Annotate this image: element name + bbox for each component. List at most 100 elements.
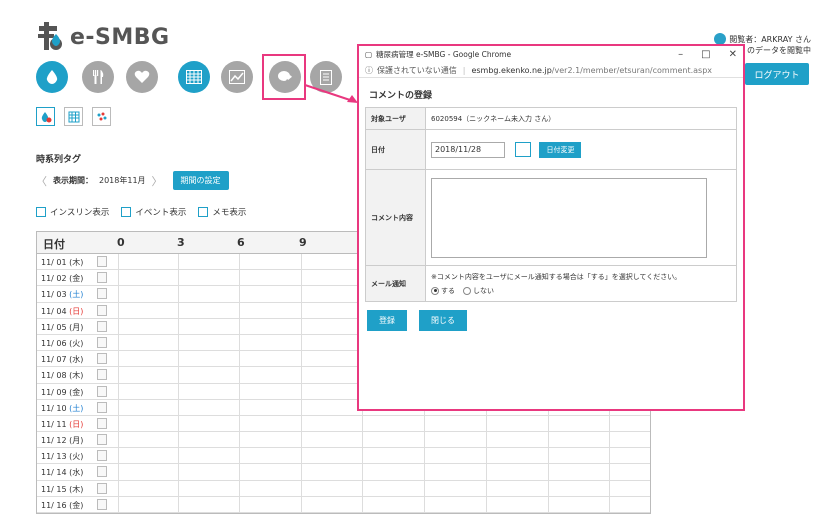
row-weekday: (水) bbox=[69, 468, 84, 478]
memo-icon[interactable] bbox=[97, 272, 107, 284]
date-change-button[interactable]: 日付変更 bbox=[539, 141, 582, 158]
graph-nav-button[interactable] bbox=[221, 61, 253, 93]
memo-toggle[interactable]: メモ表示 bbox=[198, 206, 246, 218]
info-icon[interactable]: ⓘ bbox=[365, 65, 373, 76]
event-toggle[interactable]: イベント表示 bbox=[121, 206, 186, 218]
date-input[interactable]: 2018/11/28 bbox=[431, 141, 505, 158]
row-date: 11/ 13 (火) bbox=[41, 451, 83, 462]
mail-no-radio[interactable] bbox=[463, 286, 471, 295]
minimize-icon[interactable]: – bbox=[678, 49, 683, 60]
user-label: 対象ユーザ bbox=[365, 107, 426, 130]
memo-icon[interactable] bbox=[97, 320, 107, 332]
comment-label: コメント内容 bbox=[365, 169, 426, 266]
glucose-tab[interactable] bbox=[36, 107, 55, 126]
mail-note: ※コメント内容をユーザにメール通知する場合は「する」を選択してください。 bbox=[431, 272, 682, 281]
memo-icon[interactable] bbox=[97, 256, 107, 267]
memo-icon[interactable] bbox=[97, 369, 107, 381]
row-weekday: (土) bbox=[69, 403, 84, 413]
row-date-text: 11/ 13 bbox=[41, 452, 70, 462]
row-weekday: (金) bbox=[69, 387, 84, 397]
memo-icon[interactable] bbox=[97, 385, 107, 397]
memo-icon[interactable] bbox=[97, 353, 107, 365]
row-date-text: 11/ 07 bbox=[41, 355, 70, 365]
row-date: 11/ 10 (土) bbox=[41, 403, 83, 414]
table-view-nav-button[interactable] bbox=[178, 61, 210, 93]
chart-icon bbox=[229, 70, 245, 84]
period-settings-button[interactable]: 期間の設定 bbox=[172, 171, 229, 190]
mail-yes-radio[interactable] bbox=[431, 286, 439, 295]
memo-icon[interactable] bbox=[97, 466, 107, 478]
viewer-text: 閲覧者：ARKRAY さん bbox=[729, 34, 811, 44]
row-weekday: (火) bbox=[69, 338, 84, 348]
row-weekday: (木) bbox=[69, 371, 84, 381]
mail-yes-label: する bbox=[441, 286, 455, 295]
vitals-nav-button[interactable] bbox=[126, 61, 158, 93]
calendar-icon[interactable] bbox=[515, 142, 532, 157]
row-date: 11/ 11 (日) bbox=[41, 419, 83, 430]
memo-icon[interactable] bbox=[97, 434, 107, 446]
row-date: 11/ 07 (水) bbox=[41, 354, 83, 365]
period-value: 2018年11月 bbox=[99, 176, 146, 185]
row-date: 11/ 14 (水) bbox=[41, 467, 83, 478]
row-date: 11/ 03 (土) bbox=[41, 289, 83, 300]
popup-body: コメントの登録 対象ユーザ 6020594（ニックネーム未入力 さん） 日付 2… bbox=[359, 78, 743, 337]
row-weekday: (水) bbox=[69, 355, 84, 365]
memo-checkbox[interactable] bbox=[198, 207, 209, 217]
section-title: 時系列タグ bbox=[36, 155, 82, 165]
row-date: 11/ 02 (金) bbox=[41, 273, 83, 284]
scatter-tab[interactable] bbox=[92, 107, 111, 126]
memo-icon[interactable] bbox=[97, 498, 107, 510]
table-row: 11/ 15 (木) bbox=[37, 481, 650, 497]
memo-icon[interactable] bbox=[97, 450, 107, 462]
meal-nav-button[interactable] bbox=[82, 61, 114, 93]
row-date-text: 11/ 01 bbox=[41, 258, 70, 267]
user-value: 6020594（ニックネーム未入力 さん） bbox=[425, 107, 737, 130]
next-period-icon[interactable]: 〉 bbox=[152, 173, 163, 189]
address-bar[interactable]: ⓘ 保護されていない通信 | esmbg.ekenko.ne.jp /ver2.… bbox=[359, 63, 743, 78]
row-date-text: 11/ 09 bbox=[41, 387, 70, 397]
date-column-header: 日付 bbox=[43, 238, 65, 251]
memo-icon[interactable] bbox=[97, 401, 107, 413]
insulin-checkbox[interactable] bbox=[36, 207, 46, 217]
popup-title: 糖尿病管理 e-SMBG - Google Chrome bbox=[376, 50, 512, 59]
scatter-tab-icon bbox=[97, 112, 106, 120]
logout-button[interactable]: ログアウト bbox=[745, 63, 809, 85]
event-checkbox[interactable] bbox=[121, 207, 132, 217]
mail-label: メール通知 bbox=[365, 265, 426, 302]
row-date-text: 11/ 05 bbox=[41, 322, 70, 332]
maximize-icon[interactable]: □ bbox=[701, 49, 710, 60]
url-host: esmbg.ekenko.ne.jp bbox=[471, 65, 552, 75]
memo-icon[interactable] bbox=[97, 336, 107, 348]
mail-no-option[interactable]: しない bbox=[463, 286, 494, 296]
memo-icon[interactable] bbox=[97, 417, 107, 429]
row-date: 11/ 09 (金) bbox=[41, 387, 83, 398]
close-button[interactable]: 閉じる bbox=[419, 310, 467, 331]
memo-icon[interactable] bbox=[97, 288, 107, 300]
popup-titlebar: ▢ 糖尿病管理 e-SMBG - Google Chrome – □ ✕ bbox=[359, 46, 743, 63]
register-button[interactable]: 登録 bbox=[367, 310, 407, 331]
meal-icon bbox=[93, 70, 104, 84]
drop-icon bbox=[46, 70, 58, 84]
prev-period-icon[interactable]: 〈 bbox=[36, 173, 47, 189]
window-controls: – □ ✕ bbox=[678, 49, 737, 60]
comment-textarea[interactable] bbox=[431, 177, 707, 258]
logo-mark-icon bbox=[36, 22, 66, 52]
logo-text: e-SMBG bbox=[70, 24, 170, 50]
memo-icon[interactable] bbox=[97, 304, 107, 316]
memo-icon[interactable] bbox=[97, 482, 107, 494]
table-tab[interactable] bbox=[64, 107, 83, 126]
insulin-label: インスリン表示 bbox=[50, 208, 110, 218]
row-weekday: (木) bbox=[69, 258, 84, 267]
close-icon[interactable]: ✕ bbox=[729, 49, 737, 60]
hour-header: 6 bbox=[237, 236, 245, 249]
table-row: 11/ 13 (火) bbox=[37, 448, 650, 465]
blood-glucose-nav-button[interactable] bbox=[36, 61, 68, 93]
period-row: 〈 表示期間： 2018年11月 〉 期間の設定 bbox=[36, 171, 229, 190]
row-weekday: (月) bbox=[69, 322, 84, 332]
mail-yes-option[interactable]: する bbox=[431, 286, 455, 296]
row-date-text: 11/ 03 bbox=[41, 290, 70, 300]
table-row: 11/ 12 (月) bbox=[37, 432, 650, 449]
grid-icon bbox=[186, 70, 202, 84]
hour-header: 9 bbox=[299, 236, 307, 249]
insulin-toggle[interactable]: インスリン表示 bbox=[36, 206, 109, 218]
